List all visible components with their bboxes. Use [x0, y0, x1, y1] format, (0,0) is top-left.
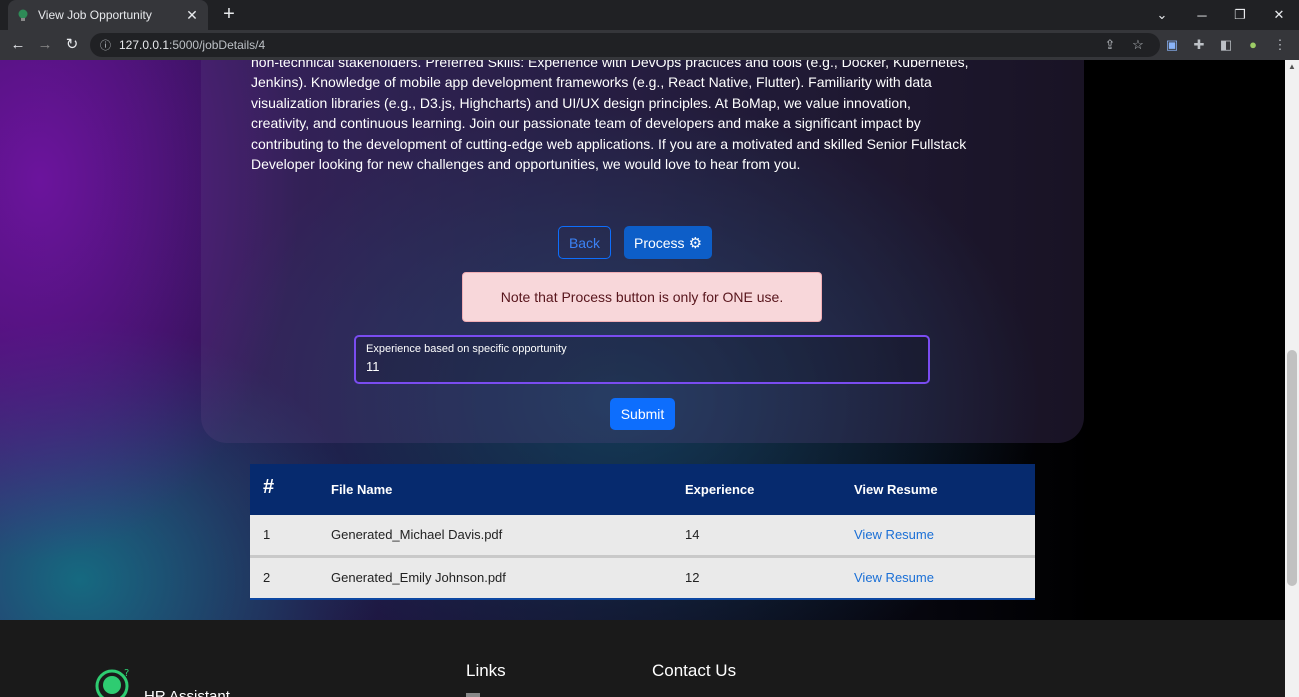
column-header-view-resume: View Resume — [854, 482, 938, 497]
experience-field[interactable]: Experience based on specific opportunity… — [354, 335, 930, 384]
url-path: :5000/jobDetails/4 — [169, 38, 266, 52]
bookmark-star-icon[interactable]: ☆ — [1128, 35, 1148, 55]
row-file-name: Generated_Michael Davis.pdf — [331, 527, 503, 542]
experience-field-label: Experience based on specific opportunity — [366, 343, 567, 355]
submit-button[interactable]: Submit — [610, 398, 675, 430]
row-experience: 14 — [685, 527, 700, 542]
view-resume-link[interactable]: View Resume — [854, 527, 934, 542]
row-index: 1 — [263, 527, 271, 542]
browser-tab-bar: View Job Opportunity ✕ + ⌄ ─ ❐ ✕ — [0, 0, 1299, 30]
reload-icon[interactable]: ↻ — [62, 35, 82, 55]
footer-contact-heading: Contact Us — [652, 661, 737, 680]
table-row: 2 Generated_Emily Johnson.pdf 12 View Re… — [250, 558, 1035, 600]
column-header-file-name: File Name — [331, 482, 393, 497]
scroll-up-arrow-icon[interactable]: ▲ — [1285, 60, 1299, 74]
page-footer: ? HR Assistant Links Contact Us — [0, 620, 1285, 697]
menu-dots-icon[interactable]: ⋮ — [1270, 35, 1290, 55]
back-arrow-icon[interactable]: ← — [8, 35, 28, 55]
side-panel-icon[interactable]: ◧ — [1216, 35, 1236, 55]
resume-table: # File Name Experience View Resume 1 Gen… — [250, 464, 1035, 600]
url-host: 127.0.0.1 — [119, 38, 170, 52]
footer-brand: HR Assistant — [144, 688, 230, 697]
tab-close-icon[interactable]: ✕ — [184, 7, 200, 24]
column-header-experience: Experience — [685, 482, 755, 497]
forward-arrow-icon[interactable]: → — [35, 35, 55, 55]
process-button[interactable]: Process ⚙ — [624, 226, 712, 259]
process-button-label: Process — [633, 234, 685, 251]
minimize-icon[interactable]: ─ — [1183, 0, 1221, 30]
view-resume-link[interactable]: View Resume — [854, 570, 934, 585]
row-experience: 12 — [685, 570, 700, 585]
experience-input[interactable]: 11 — [366, 358, 918, 376]
tab-title: View Job Opportunity — [38, 8, 152, 22]
extensions-icon[interactable]: ✚ — [1189, 35, 1209, 55]
hr-assistant-logo-icon: ? — [95, 668, 129, 697]
scrollbar-thumb[interactable] — [1287, 350, 1297, 586]
maximize-icon[interactable]: ❐ — [1221, 0, 1259, 30]
gear-icon: ⚙ — [688, 234, 703, 252]
browser-toolbar: ← → ↻ ⓘ 127.0.0.1 :5000/jobDetails/4 ⇪ ☆… — [0, 30, 1299, 60]
browser-tab[interactable]: View Job Opportunity ✕ — [8, 0, 208, 30]
site-info-icon[interactable]: ⓘ — [100, 37, 111, 53]
profile-avatar-icon[interactable]: ● — [1243, 35, 1263, 55]
table-row: 1 Generated_Michael Davis.pdf 14 View Re… — [250, 515, 1035, 555]
footer-links-heading: Links — [466, 661, 506, 680]
table-header: # File Name Experience View Resume — [250, 464, 1035, 515]
column-header-index: # — [263, 476, 275, 498]
share-icon[interactable]: ⇪ — [1100, 35, 1120, 55]
footer-link-partial[interactable] — [466, 693, 480, 697]
process-warning-alert: Note that Process button is only for ONE… — [462, 272, 822, 322]
svg-text:?: ? — [124, 668, 129, 679]
tab-search-icon[interactable]: ⌄ — [1143, 0, 1181, 30]
window-close-icon[interactable]: ✕ — [1260, 0, 1298, 30]
site-favicon-icon — [18, 9, 28, 21]
new-tab-icon[interactable]: + — [219, 4, 239, 24]
back-button[interactable]: Back — [558, 226, 611, 259]
page-scrollbar[interactable]: ▲ — [1285, 60, 1299, 697]
row-file-name: Generated_Emily Johnson.pdf — [331, 570, 506, 585]
job-description: non-technical stakeholders. Preferred Sk… — [251, 60, 969, 173]
page-viewport: non-technical stakeholders. Preferred Sk… — [0, 60, 1285, 697]
row-index: 2 — [263, 570, 271, 585]
address-bar[interactable]: ⓘ 127.0.0.1 :5000/jobDetails/4 — [90, 33, 1160, 57]
translate-icon[interactable]: ▣ — [1162, 35, 1182, 55]
